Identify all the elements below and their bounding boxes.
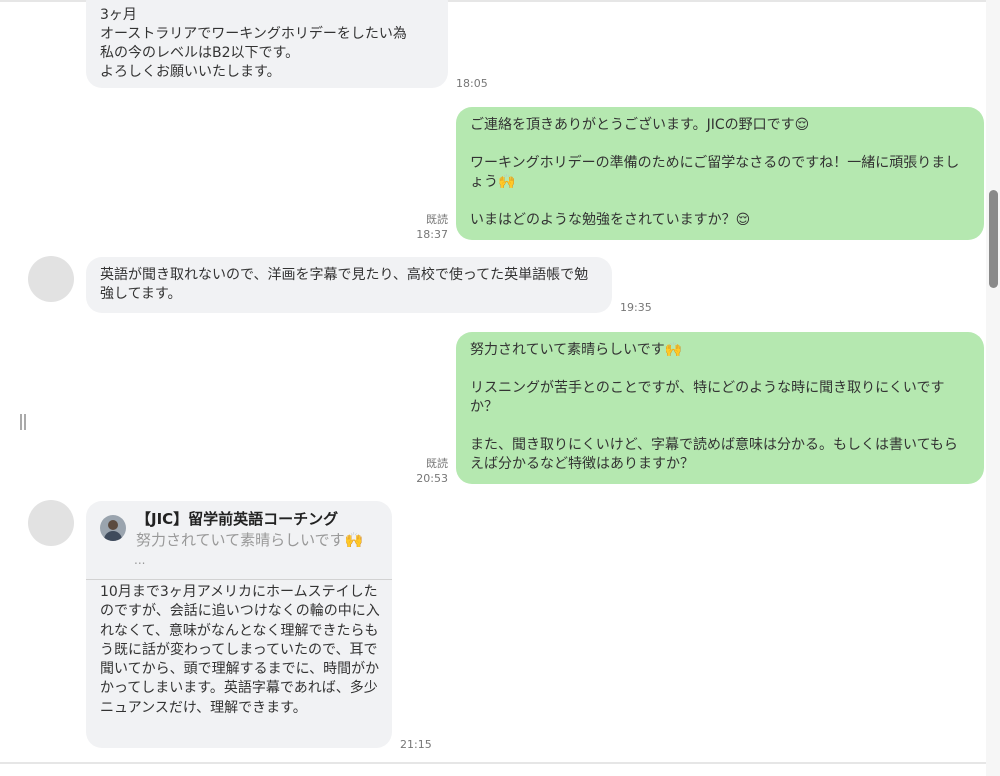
message-time: 18:37 [416, 228, 448, 241]
message-text: 努力されていて素晴らしいです🙌 リスニングが苦手とのことですが、特にどのような時… [470, 342, 958, 472]
message-text: 英語が聞き取れないので、洋画を字幕で見たり、高校で使ってた英単語帳で勉強してます… [100, 267, 589, 302]
bottom-divider [0, 762, 990, 764]
scrollbar-track[interactable] [986, 0, 1000, 776]
quoted-sender-avatar [100, 515, 126, 541]
message-bubble-incoming: 3ヶ月 オーストラリアでワーキングホリデーをしたい為 私の今のレベルはB2以下で… [86, 0, 448, 88]
message-bubble-incoming-reply: 【JIC】留学前英語コーチング 努力されていて素晴らしいです🙌 ... 10月ま… [86, 501, 392, 748]
quoted-ellipsis: ... [134, 553, 146, 567]
quoted-message-text: 努力されていて素晴らしいです🙌 [136, 531, 364, 549]
message-text: 3ヶ月 オーストラリアでワーキングホリデーをしたい為 私の今のレベルはB2以下で… [100, 7, 407, 80]
message-bubble-incoming: 英語が聞き取れないので、洋画を字幕で見たり、高校で使ってた英単語帳で勉強してます… [86, 257, 612, 313]
read-receipt: 既読 [426, 213, 448, 226]
read-receipt: 既読 [426, 457, 448, 470]
sender-avatar[interactable] [28, 500, 74, 546]
message-bubble-outgoing: ご連絡を頂きありがとうございます。JICの野口です😌 ワーキングホリデーの準備の… [456, 107, 984, 240]
quoted-sender-name: 【JIC】留学前英語コーチング [136, 510, 339, 528]
message-text: ご連絡を頂きありがとうございます。JICの野口です😌 ワーキングホリデーの準備の… [470, 117, 960, 228]
reply-quote[interactable]: 【JIC】留学前英語コーチング 努力されていて素晴らしいです🙌 ... [86, 501, 392, 580]
message-bubble-outgoing: 努力されていて素晴らしいです🙌 リスニングが苦手とのことですが、特にどのような時… [456, 332, 984, 484]
chat-thread: 3ヶ月 オーストラリアでワーキングホリデーをしたい為 私の今のレベルはB2以下で… [0, 0, 1000, 776]
scrollbar-thumb[interactable] [989, 190, 998, 288]
message-text: 10月まで3ヶ月アメリカにホームステイしたのですが、会話に追いつけなくの輪の中に… [100, 584, 380, 716]
message-time: 21:15 [400, 738, 432, 751]
sender-avatar[interactable] [28, 256, 74, 302]
message-time: 19:35 [620, 301, 652, 314]
message-time: 20:53 [416, 472, 448, 485]
message-time: 18:05 [456, 77, 488, 90]
resize-handle-icon[interactable] [20, 414, 26, 430]
